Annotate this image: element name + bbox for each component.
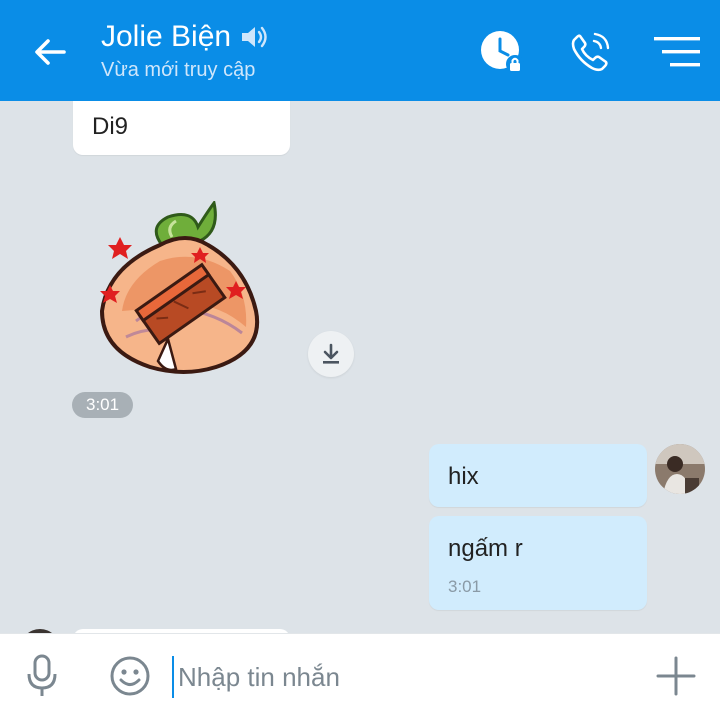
download-sticker-button[interactable]	[308, 331, 354, 377]
plus-icon	[656, 656, 696, 696]
message-list[interactable]: Di9 3:01 hix ngấm r 3:01	[0, 101, 720, 633]
voice-message-button[interactable]	[18, 652, 66, 700]
emoji-icon	[110, 656, 150, 696]
microphone-icon	[27, 654, 57, 696]
message-text: hix	[448, 463, 479, 490]
message-text: ngấm r	[448, 535, 523, 562]
emoji-button[interactable]	[106, 652, 154, 700]
menu-button[interactable]	[652, 28, 702, 76]
chat-header: Jolie Biện Vừa mới truy cập	[0, 0, 720, 101]
speaker-icon	[242, 26, 267, 48]
phone-call-icon	[571, 32, 610, 72]
contact-info[interactable]: Jolie Biện Vừa mới truy cập	[101, 18, 269, 82]
menu-icon	[654, 37, 700, 67]
message-bubble-outgoing[interactable]: ngấm r 3:01	[429, 516, 647, 610]
call-button[interactable]	[566, 28, 614, 76]
message-timestamp: 3:01	[72, 392, 134, 418]
message-input[interactable]	[172, 656, 632, 698]
add-attachment-button[interactable]	[652, 652, 700, 700]
message-bubble-outgoing[interactable]: hix	[429, 444, 647, 507]
composer-bar	[0, 633, 720, 720]
message-bubble-incoming[interactable]: Di9	[73, 101, 290, 155]
contact-status: Vừa mới truy cập	[101, 59, 256, 81]
timed-message-button[interactable]	[478, 28, 526, 76]
sticker-message[interactable]	[96, 199, 272, 381]
download-icon	[323, 343, 339, 364]
back-arrow-icon	[35, 39, 66, 65]
user-photo-icon	[655, 444, 705, 494]
message-timestamp: 3:01	[448, 577, 482, 596]
message-text: Di9	[92, 113, 129, 140]
contact-name: Jolie Biện	[101, 20, 232, 53]
onion-brick-sticker	[99, 199, 260, 374]
avatar[interactable]	[655, 444, 705, 494]
clock-lock-icon	[481, 31, 524, 73]
back-button[interactable]	[28, 30, 72, 74]
